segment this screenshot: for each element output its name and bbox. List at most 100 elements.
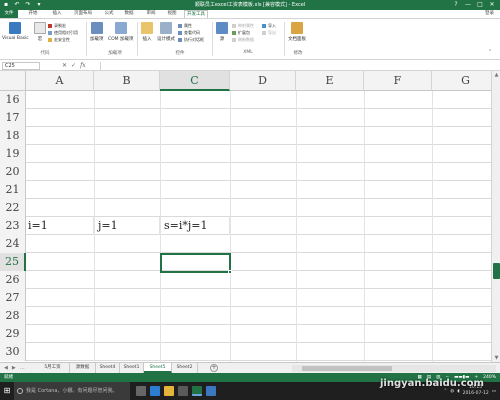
cancel-icon[interactable]: ✕ [62,62,67,70]
name-box[interactable]: C25 [2,62,40,70]
scroll-up-icon[interactable]: ▲ [493,71,500,79]
cell-b23[interactable]: j=1 [98,217,160,235]
row-header[interactable]: 30 [0,343,26,361]
expansion-packs-button[interactable]: 扩展包 [232,30,250,35]
file-explorer-icon[interactable] [164,386,174,396]
run-dialog-button[interactable]: 执行对话框 [178,37,204,42]
tab-developer[interactable]: 开发工具 [184,10,208,18]
volume-icon[interactable]: ◖ [457,389,459,394]
tab-insert[interactable]: 插入 [48,10,66,18]
collapse-ribbon-icon[interactable]: ⌃ [488,50,492,55]
add-sheet-button[interactable]: + [210,364,218,372]
row-header[interactable]: 16 [0,91,26,109]
xml-source-button[interactable]: 源 [216,22,228,42]
clock[interactable]: 10:15 2016-07-12 [463,385,489,397]
tray-arrow-icon[interactable]: ⌃ [443,389,447,394]
app-icon[interactable] [206,386,216,396]
row-header[interactable]: 27 [0,289,26,307]
column-header-f[interactable]: F [364,71,432,91]
document-panel-button[interactable]: 文档面板 [288,22,306,42]
row-header[interactable]: 23 [0,217,26,235]
undo-icon[interactable]: ↶ [13,1,21,9]
insert-function-button[interactable]: fx [80,62,86,70]
customize-icon[interactable]: ▾ [35,1,43,9]
scroll-down-icon[interactable]: ▼ [493,354,500,362]
row-header-selected[interactable]: 25 [0,253,26,271]
maximize-button[interactable]: □ [474,0,486,10]
design-mode-button[interactable]: 设计模式 [157,22,175,42]
tab-page-layout[interactable]: 页面布局 [70,10,96,18]
save-icon[interactable]: ▪ [2,1,10,9]
row-header[interactable]: 28 [0,307,26,325]
tab-home[interactable]: 开始 [24,10,42,18]
map-properties-button[interactable]: 映射属性 [232,23,254,28]
scroll-thumb[interactable] [493,263,500,279]
horizontal-scroll-thumb[interactable] [302,366,392,371]
minimize-button[interactable]: — [462,0,474,10]
edge-icon[interactable] [150,386,160,396]
tab-formulas[interactable]: 公式 [100,10,118,18]
zoom-in-icon[interactable]: + [474,373,478,382]
select-all-button[interactable] [0,71,26,91]
import-button[interactable]: 导入 [262,23,276,28]
normal-view-icon[interactable]: ▦ [418,373,422,382]
column-header-b[interactable]: B [94,71,160,91]
column-header-d[interactable]: D [230,71,296,91]
visual-basic-button[interactable]: Visual Basic [2,22,29,41]
zoom-out-icon[interactable]: − [445,373,449,382]
tab-view[interactable]: 视图 [163,10,181,18]
sheet-tab[interactable]: Sheet4 [96,363,120,373]
macros-button[interactable]: 宏 [34,22,46,42]
tab-file[interactable]: 文件 [0,10,18,18]
column-header-e[interactable]: E [296,71,364,91]
tab-review[interactable]: 审阅 [142,10,160,18]
zoom-level[interactable]: 240% [483,373,496,382]
cortana-search-box[interactable]: 我是 Cortana，小娜。有问题尽管问我。 [14,382,130,400]
cell-c23[interactable]: s=i*j=1 [164,217,230,235]
network-icon[interactable]: ◍ [450,389,454,394]
row-header[interactable]: 18 [0,127,26,145]
store-icon[interactable] [178,386,188,396]
excel-taskbar-icon[interactable] [192,386,202,396]
redo-icon[interactable]: ↷ [24,1,32,9]
row-header[interactable]: 22 [0,199,26,217]
column-header-a[interactable]: A [26,71,94,91]
row-header[interactable]: 17 [0,109,26,127]
macro-security-button[interactable]: 宏安全性 [48,37,70,42]
vertical-scrollbar[interactable]: ▲ ▼ [491,71,500,362]
row-header[interactable]: 26 [0,271,26,289]
sheet-tab[interactable]: 5月工资 [36,363,70,373]
properties-button[interactable]: 属性 [178,23,192,28]
help-button[interactable]: ? [450,0,462,10]
windows-start-icon[interactable]: ⊞ [0,382,14,400]
view-code-button[interactable]: 查看代码 [178,30,200,35]
cell-a23[interactable]: i=1 [28,217,94,235]
row-header[interactable]: 29 [0,325,26,343]
sheet-tab-active[interactable]: Sheet5 [144,363,172,373]
horizontal-scrollbar[interactable] [292,365,496,372]
close-button[interactable]: ✕ [486,0,498,10]
sheet-tab[interactable]: Sheet2 [172,363,198,373]
worksheet-grid[interactable]: A B C D E F G 16 17 18 19 20 21 22 23 i=… [0,71,491,362]
addins-button[interactable]: 加载项 [90,22,104,42]
task-view-icon[interactable] [136,386,146,396]
notification-icon[interactable]: ▭ [492,389,496,394]
sign-in-link[interactable]: 登录 [485,10,494,18]
tab-data[interactable]: 数据 [120,10,138,18]
fill-handle[interactable] [228,270,232,274]
page-layout-view-icon[interactable]: ▤ [427,373,431,382]
column-header-g[interactable]: G [432,71,491,91]
relative-reference-button[interactable]: 使用相对引用 [48,30,78,35]
active-cell-c25[interactable] [160,253,232,274]
page-break-view-icon[interactable]: ▥ [436,373,440,382]
sheet-tab[interactable]: 源数据 [70,363,96,373]
export-button[interactable]: 导出 [262,30,276,35]
zoom-slider[interactable]: ▬▬▮▬ [454,373,469,382]
row-header[interactable]: 24 [0,235,26,253]
com-addins-button[interactable]: COM 加载项 [108,22,134,42]
enter-icon[interactable]: ✓ [71,62,76,70]
insert-control-button[interactable]: 插入 [141,22,153,42]
record-macro-button[interactable]: 录制宏 [48,23,66,28]
row-header[interactable]: 21 [0,181,26,199]
column-header-c[interactable]: C [160,71,230,91]
